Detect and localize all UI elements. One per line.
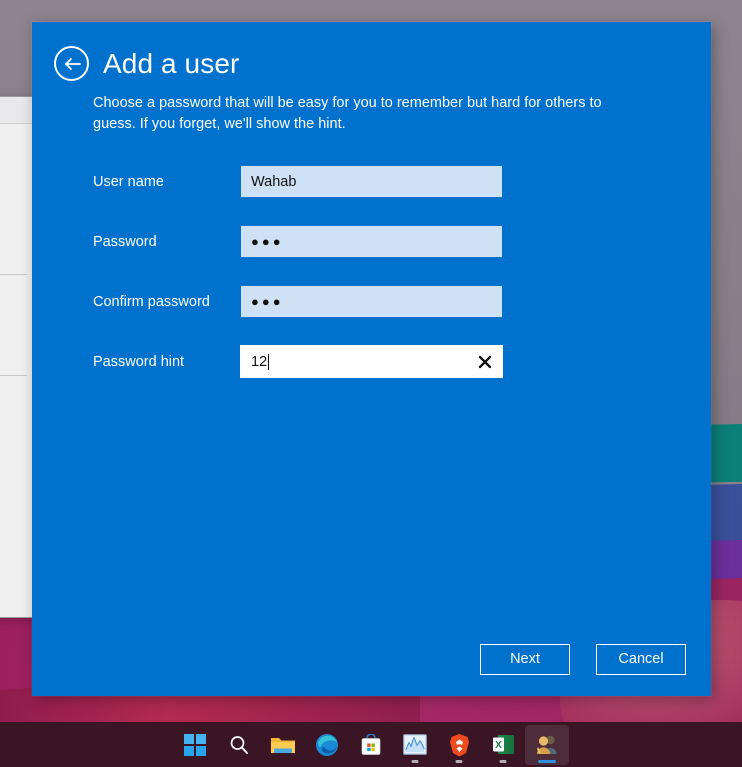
cancel-button[interactable]: Cancel bbox=[596, 644, 686, 675]
confirm-password-value: ●●● bbox=[251, 294, 284, 310]
file-explorer-button[interactable] bbox=[261, 725, 305, 765]
running-indicator bbox=[499, 759, 507, 763]
form-row-password-hint: Password hint 12 bbox=[93, 345, 711, 379]
confirm-password-input[interactable]: ●●● bbox=[241, 286, 502, 318]
dialog-header: Add a user bbox=[32, 22, 711, 81]
search-icon bbox=[230, 735, 248, 754]
label-username: User name bbox=[93, 173, 164, 190]
folder-icon bbox=[271, 737, 295, 753]
active-indicator bbox=[538, 759, 556, 763]
search-button[interactable] bbox=[217, 725, 261, 765]
form-row-username: User name Wahab bbox=[93, 166, 711, 198]
bg-text-line5: and se bbox=[0, 436, 35, 458]
background-window-body: to you sers Hyper- e and se set Pa Cance bbox=[0, 124, 35, 617]
bg-divider-1 bbox=[0, 274, 27, 275]
edge-browser-icon bbox=[316, 733, 338, 756]
brave-lion-icon bbox=[449, 733, 469, 756]
user-accounts-button[interactable] bbox=[525, 724, 569, 765]
page-title: Add a user bbox=[103, 47, 240, 79]
store-bag-icon bbox=[361, 733, 381, 755]
running-indicator bbox=[455, 759, 463, 763]
dialog-subtitle: Choose a password that will be easy for … bbox=[93, 95, 602, 133]
chart-graph-icon bbox=[403, 734, 427, 755]
text-caret bbox=[268, 353, 270, 370]
form-row-password: Password ●●● bbox=[93, 226, 711, 258]
username-input[interactable]: Wahab bbox=[241, 166, 502, 198]
brave-browser-button[interactable] bbox=[437, 725, 481, 765]
form-row-confirm-password: Confirm password ●●● bbox=[93, 286, 711, 318]
password-input[interactable]: ●●● bbox=[241, 226, 502, 258]
start-button[interactable] bbox=[173, 725, 217, 765]
bg-text-line3: Hyper- bbox=[0, 303, 35, 325]
bg-text-line2: sers bbox=[0, 281, 35, 303]
excel-icon: X bbox=[492, 735, 514, 754]
microsoft-store-button[interactable] bbox=[349, 725, 393, 765]
add-user-dialog: Add a user Choose a password that will b… bbox=[32, 22, 711, 696]
label-password-hint: Password hint bbox=[93, 353, 185, 370]
performance-monitor-button[interactable] bbox=[393, 725, 437, 765]
password-hint-input[interactable]: 12 bbox=[240, 345, 503, 379]
clear-x-icon[interactable] bbox=[476, 353, 494, 371]
bg-text-line6: set Pa bbox=[0, 458, 35, 480]
background-window-titlebar[interactable] bbox=[0, 97, 35, 124]
password-value: ●●● bbox=[251, 234, 284, 250]
password-hint-value: 12 bbox=[251, 353, 268, 370]
back-arrow-circle-icon[interactable] bbox=[54, 46, 89, 81]
excel-button[interactable]: X bbox=[481, 725, 525, 765]
next-button[interactable]: Next bbox=[480, 644, 570, 675]
background-user-accounts-window[interactable]: to you sers Hyper- e and se set Pa Cance bbox=[0, 96, 36, 618]
running-indicator bbox=[411, 759, 419, 763]
username-value: Wahab bbox=[251, 173, 297, 190]
svg-text:X: X bbox=[495, 740, 502, 751]
bg-divider-2 bbox=[0, 375, 27, 376]
user-accounts-icon bbox=[537, 735, 557, 754]
windows-logo-icon bbox=[184, 733, 206, 756]
bg-text-line1: to you bbox=[0, 194, 35, 216]
edge-button[interactable] bbox=[305, 725, 349, 765]
bg-text-cancel[interactable]: Cance bbox=[0, 528, 35, 550]
label-confirm-password: Confirm password bbox=[93, 293, 210, 310]
dialog-footer: Next Cancel bbox=[480, 644, 686, 675]
add-user-form: User name Wahab Password ●●● Confirm pas… bbox=[32, 166, 711, 379]
label-password: Password bbox=[93, 233, 157, 250]
taskbar: X bbox=[0, 722, 742, 767]
